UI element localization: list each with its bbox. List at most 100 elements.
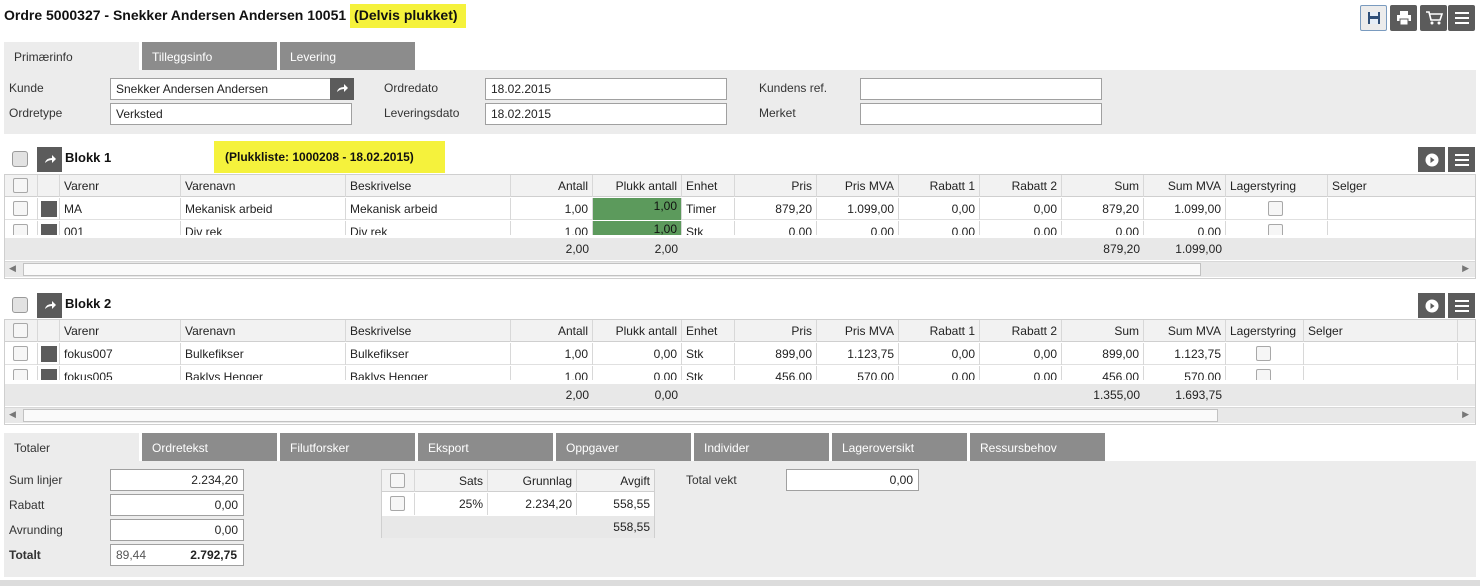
table-row[interactable]: MA Mekanisk arbeid Mekanisk arbeid 1,00 … <box>5 198 1475 220</box>
cell-varenavn[interactable]: Bulkefikser <box>181 343 346 365</box>
col-rabatt2[interactable]: Rabatt 2 <box>980 175 1062 197</box>
tab-primaerinfo[interactable]: Primærinfo <box>4 42 139 70</box>
merket-field[interactable] <box>860 103 1102 125</box>
col-rabatt1[interactable]: Rabatt 1 <box>899 320 980 342</box>
cell-varenr[interactable]: MA <box>60 198 181 220</box>
col-plukk-antall[interactable]: Plukk antall <box>593 175 682 197</box>
col-selger[interactable]: Selger <box>1304 320 1458 342</box>
vat-row-checkbox[interactable] <box>390 496 405 511</box>
cell-rabatt2[interactable]: 0,00 <box>980 366 1062 380</box>
cell-varenavn[interactable]: Mekanisk arbeid <box>181 198 346 220</box>
col-varenavn[interactable]: Varenavn <box>181 320 346 342</box>
vat-select-all-checkbox[interactable] <box>390 473 405 488</box>
cell-pris-mva[interactable]: 1.099,00 <box>817 198 899 220</box>
ordretype-field[interactable]: Verksted <box>110 103 352 125</box>
cell-pris-mva[interactable]: 570,00 <box>817 366 899 380</box>
cell-rabatt1[interactable]: 0,00 <box>899 366 980 380</box>
col-beskrivelse[interactable]: Beskrivelse <box>346 175 511 197</box>
cell-antall[interactable]: 1,00 <box>511 198 593 220</box>
cell-plukk-antall[interactable]: 0,00 <box>593 343 682 365</box>
cell-antall[interactable]: 1,00 <box>511 366 593 380</box>
tab-tilleggsinfo[interactable]: Tilleggsinfo <box>142 42 277 70</box>
cell-antall[interactable]: 1,00 <box>511 221 593 235</box>
cell-enhet[interactable]: Stk <box>682 221 735 235</box>
col-sum-mva[interactable]: Sum MVA <box>1144 175 1226 197</box>
tab-ressursbehov[interactable]: Ressursbehov <box>970 433 1105 461</box>
leveringsdato-field[interactable]: 18.02.2015 <box>485 103 727 125</box>
col-rabatt1[interactable]: Rabatt 1 <box>899 175 980 197</box>
rabatt-field[interactable]: 0,00 <box>110 494 244 516</box>
col-sum-mva[interactable]: Sum MVA <box>1144 320 1226 342</box>
blokk2-select-checkbox[interactable] <box>12 297 28 313</box>
cell-pris-mva[interactable]: 1.123,75 <box>817 343 899 365</box>
vat-col-grunnlag[interactable]: Grunnlag <box>488 470 577 492</box>
blokk2-goto-button[interactable] <box>37 293 62 318</box>
scrollbar-thumb[interactable] <box>23 263 1201 276</box>
col-pris[interactable]: Pris <box>735 320 817 342</box>
table-row[interactable]: fokus007 Bulkefikser Bulkefikser 1,00 0,… <box>5 343 1475 365</box>
cell-varenr[interactable]: fokus005 <box>60 366 181 380</box>
sum-linjer-field[interactable]: 2.234,20 <box>110 469 244 491</box>
kunde-goto-button[interactable] <box>330 78 354 100</box>
tab-oppgaver[interactable]: Oppgaver <box>556 433 691 461</box>
arrow-right-icon[interactable] <box>41 346 57 362</box>
lagerstyring-checkbox[interactable] <box>1268 201 1283 216</box>
main-menu-button[interactable] <box>1448 5 1475 31</box>
cell-varenr[interactable]: fokus007 <box>60 343 181 365</box>
row-checkbox[interactable] <box>13 369 28 380</box>
kundens-ref-field[interactable] <box>860 78 1102 100</box>
cell-rabatt2[interactable]: 0,00 <box>980 221 1062 235</box>
tab-filutforsker[interactable]: Filutforsker <box>280 433 415 461</box>
blokk1-horizontal-scrollbar[interactable]: ◀ ▶ <box>5 261 1475 277</box>
cell-rabatt2[interactable]: 0,00 <box>980 343 1062 365</box>
select-all-checkbox[interactable] <box>13 323 28 338</box>
cell-pris[interactable]: 456,00 <box>735 366 817 380</box>
vat-col-avgift[interactable]: Avgift <box>577 470 654 492</box>
cell-enhet[interactable]: Timer <box>682 198 735 220</box>
col-varenr[interactable]: Varenr <box>60 320 181 342</box>
col-enhet[interactable]: Enhet <box>682 175 735 197</box>
vat-col-sats[interactable]: Sats <box>415 470 488 492</box>
lagerstyring-checkbox[interactable] <box>1268 224 1283 235</box>
cell-sum-mva[interactable]: 0,00 <box>1144 221 1226 235</box>
col-antall[interactable]: Antall <box>511 320 593 342</box>
blokk2-horizontal-scrollbar[interactable]: ◀ ▶ <box>5 407 1475 423</box>
blokk1-select-checkbox[interactable] <box>12 151 28 167</box>
cell-plukk-antall[interactable]: 0,00 <box>593 366 682 380</box>
col-antall[interactable]: Antall <box>511 175 593 197</box>
scroll-left-icon[interactable]: ◀ <box>9 263 16 274</box>
cell-antall[interactable]: 1,00 <box>511 343 593 365</box>
scroll-right-icon[interactable]: ▶ <box>1462 263 1469 274</box>
vat-cell-sats[interactable]: 25% <box>415 493 488 515</box>
cell-pris[interactable]: 899,00 <box>735 343 817 365</box>
tab-individer[interactable]: Individer <box>694 433 829 461</box>
avrunding-field[interactable]: 0,00 <box>110 519 244 541</box>
col-beskrivelse[interactable]: Beskrivelse <box>346 320 511 342</box>
cell-rabatt2[interactable]: 0,00 <box>980 198 1062 220</box>
arrow-right-icon[interactable] <box>41 201 57 217</box>
cell-sum[interactable]: 899,00 <box>1062 343 1144 365</box>
col-rabatt2[interactable]: Rabatt 2 <box>980 320 1062 342</box>
cell-pris[interactable]: 879,20 <box>735 198 817 220</box>
cell-sum[interactable]: 0,00 <box>1062 221 1144 235</box>
cell-pris-mva[interactable]: 0,00 <box>817 221 899 235</box>
cart-button[interactable] <box>1420 5 1447 31</box>
lagerstyring-checkbox[interactable] <box>1256 346 1271 361</box>
tab-lageroversikt[interactable]: Lageroversikt <box>832 433 967 461</box>
cell-varenavn[interactable]: Div rek <box>181 221 346 235</box>
kunde-field[interactable]: Snekker Andersen Andersen <box>110 78 332 100</box>
cell-sum[interactable]: 456,00 <box>1062 366 1144 380</box>
cell-enhet[interactable]: Stk <box>682 343 735 365</box>
cell-selger[interactable] <box>1304 366 1458 380</box>
cell-selger[interactable] <box>1304 343 1458 365</box>
row-checkbox[interactable] <box>13 201 28 216</box>
table-row[interactable]: 001 Div rek Div rek 1,00 1,00 Stk 0,00 0… <box>5 221 1475 235</box>
tab-levering[interactable]: Levering <box>280 42 415 70</box>
row-checkbox[interactable] <box>13 224 28 235</box>
scrollbar-thumb[interactable] <box>23 409 1218 422</box>
select-all-checkbox[interactable] <box>13 178 28 193</box>
cell-selger[interactable] <box>1328 198 1475 220</box>
cell-beskrivelse[interactable]: Bulkefikser <box>346 343 511 365</box>
save-button[interactable] <box>1360 5 1387 31</box>
cell-sum[interactable]: 879,20 <box>1062 198 1144 220</box>
